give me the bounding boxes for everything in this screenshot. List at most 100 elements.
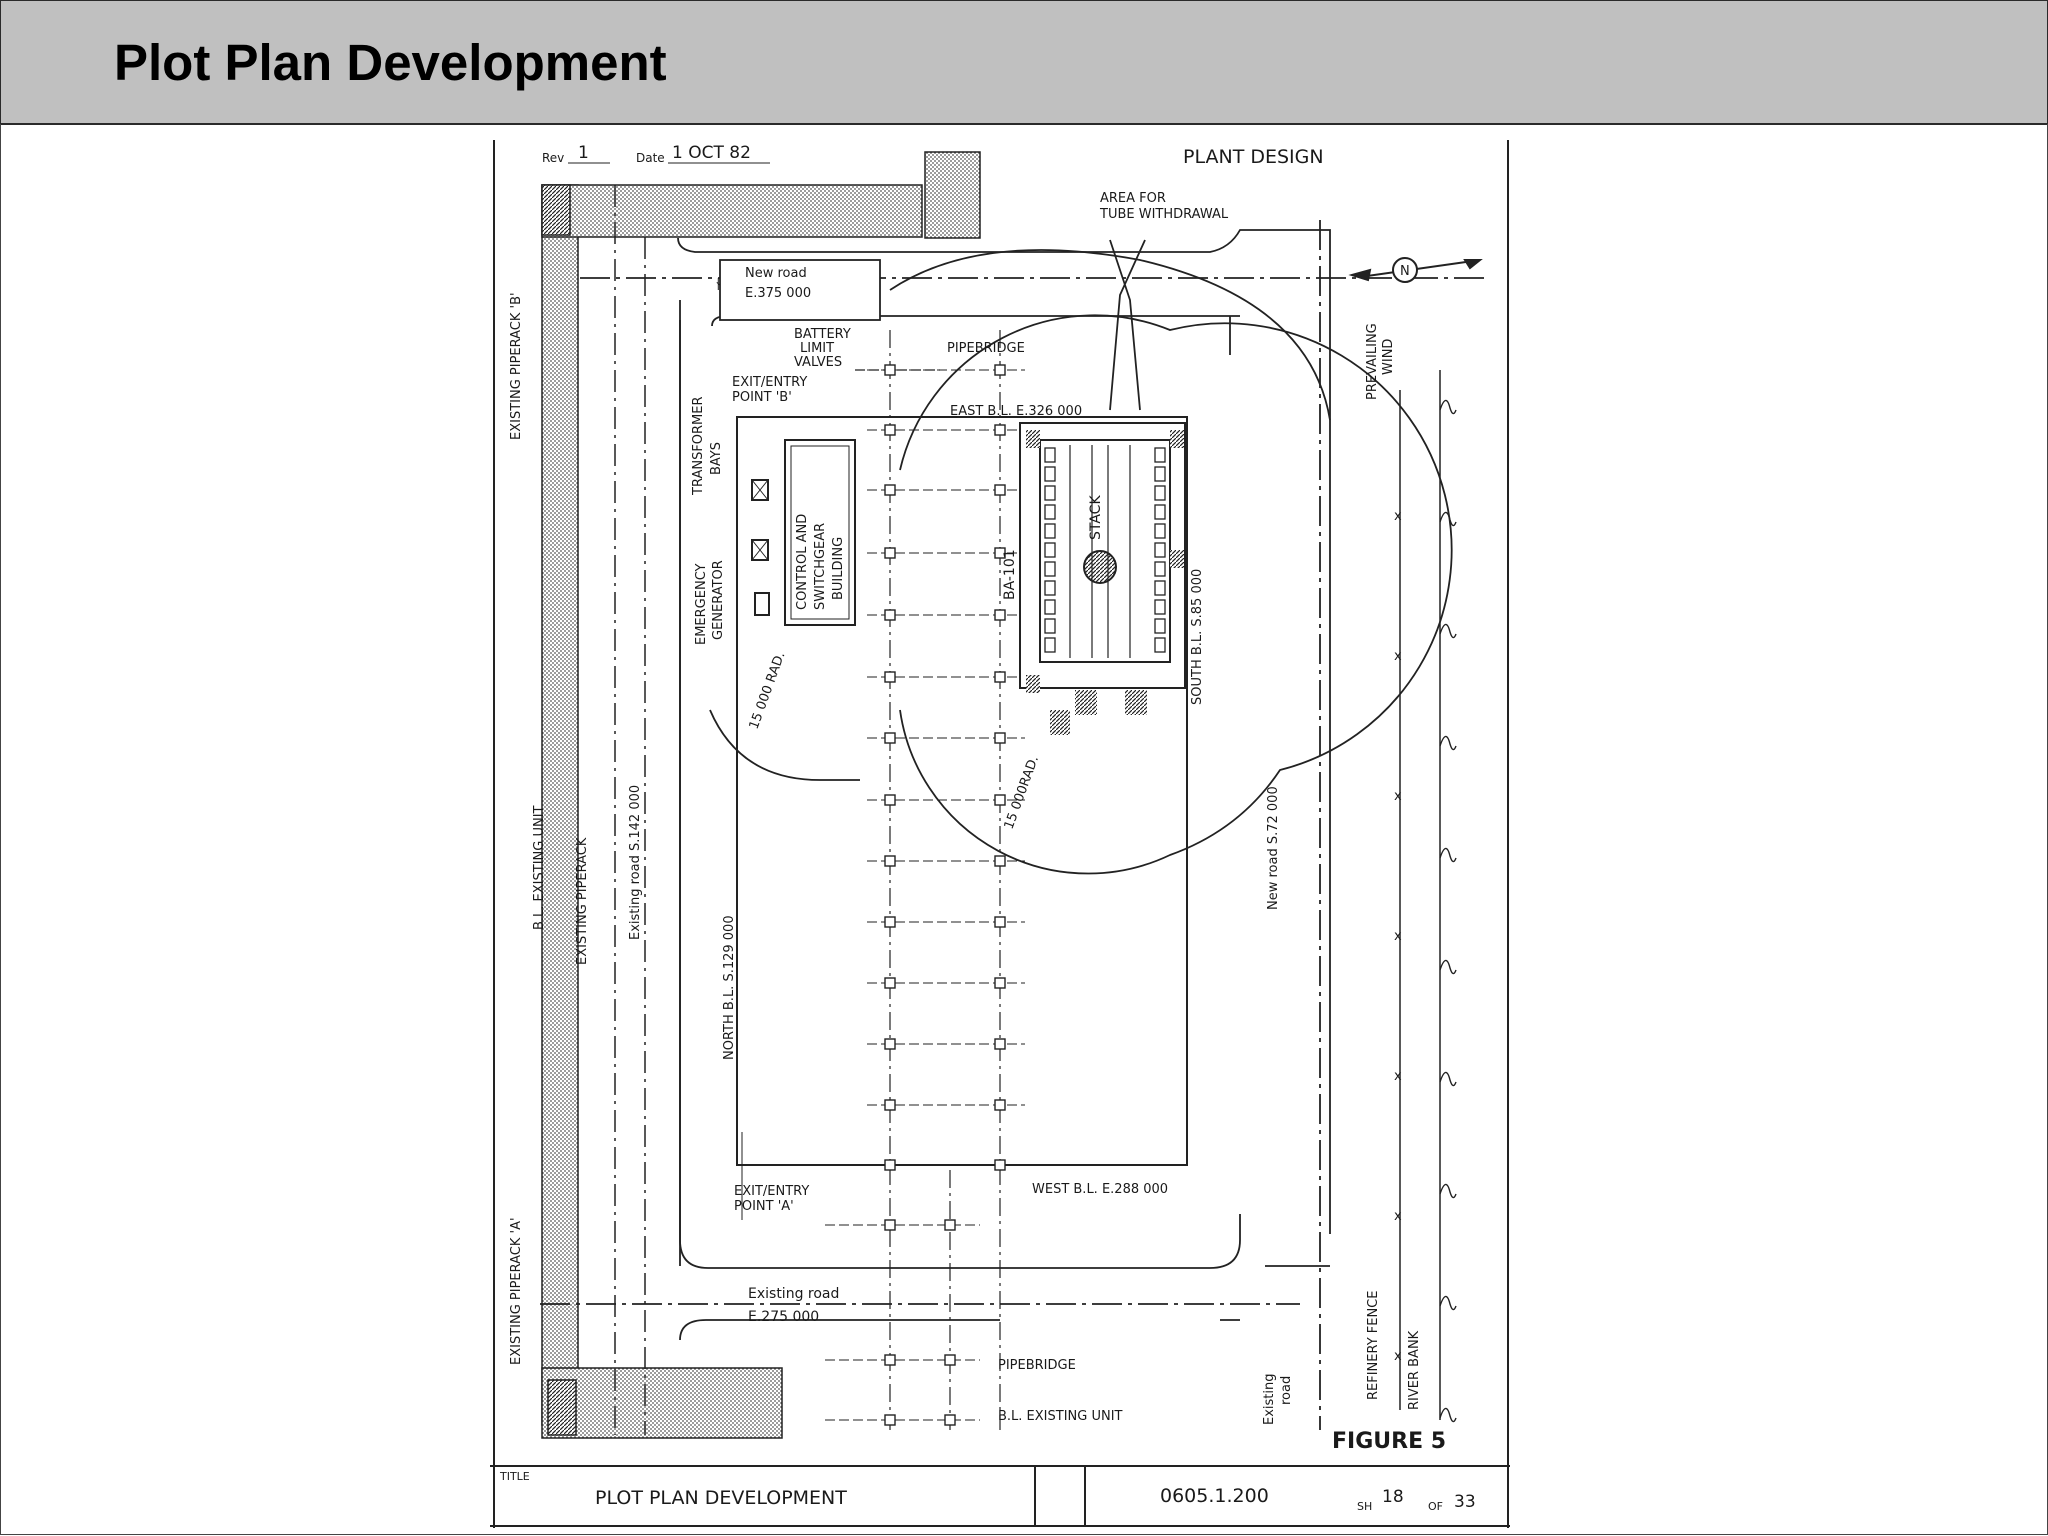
sheet-label: SH [1357,1500,1372,1513]
heater-tube [1154,485,1166,501]
heater-tube [1044,599,1056,615]
svg-text:road: road [1279,1376,1294,1405]
river-waves [1439,399,1457,1423]
bridge-node [884,1354,896,1366]
svg-text:CONTROL AND: CONTROL AND [795,514,810,610]
heater-tube [1154,466,1166,482]
river-wave [1439,959,1457,975]
rack-node [884,855,896,867]
rack-node [884,1159,896,1171]
heater-tube [1044,618,1056,634]
bl-existing-unit-v-label: B.L. EXISTING UNIT [532,805,547,930]
stack-label: STACK [1088,495,1104,540]
existing-road-v-label: Existing [1262,1374,1277,1426]
svg-text:EMERGENCY: EMERGENCY [694,563,709,645]
svg-text:GENERATOR: GENERATOR [711,560,726,640]
heater-tube [1154,618,1166,634]
bridge-node [944,1219,956,1231]
svg-text:POINT 'B': POINT 'B' [732,390,792,405]
svg-text:POINT 'A': POINT 'A' [734,1199,794,1214]
svg-text:BAYS: BAYS [709,442,724,475]
rack-node [994,364,1006,376]
rad-right-label: 15 000RAD. [1002,754,1042,832]
rack-node [994,732,1006,744]
fence-x: x [1394,789,1402,804]
bridge-node [884,1219,896,1231]
existing-piperack-a-label: EXISTING PIPERACK 'A' [509,1217,524,1365]
rack-node [884,671,896,683]
pipebridge-top-label: PIPEBRIDGE [947,341,1025,356]
of-label: OF [1428,1500,1443,1513]
heater-tube [1044,637,1056,653]
rack-node [884,484,896,496]
existing-road-e-label: E.275 000 [748,1309,819,1325]
date-value: 1 OCT 82 [672,143,751,163]
svg-text:VALVES: VALVES [794,355,842,370]
rack-node [884,977,896,989]
rack-node [994,424,1006,436]
title-block-title: PLOT PLAN DEVELOPMENT [595,1487,847,1509]
fence-marks: x x x x x x x [1394,509,1402,1364]
fence-x: x [1394,929,1402,944]
tube-area-label: AREA FOR [1100,191,1166,206]
river-wave [1439,847,1457,863]
heater-tube [1044,485,1056,501]
total-sheets: 33 [1454,1492,1476,1512]
river-wave [1439,1407,1457,1423]
rack-node [994,484,1006,496]
page-title: Plot Plan Development [114,34,667,91]
prevailing-wind-label: PREVAILING [1365,323,1380,400]
heater-tube [1044,504,1056,520]
heater-tube [1044,580,1056,596]
sheet-number: 18 [1382,1487,1404,1507]
rack-node [884,1038,896,1050]
exit-a-label: EXIT/ENTRY [734,1184,809,1199]
river-wave [1439,1183,1457,1199]
rev-value: 1 [578,143,589,163]
rack-node [884,916,896,928]
new-road-north-e: E.375 000 [745,286,811,301]
rack-node [884,547,896,559]
ba101-label: BA-101 [1002,549,1018,600]
rack-node [884,609,896,621]
heater-tube [1044,523,1056,539]
rack-node [994,977,1006,989]
figure-label: FIGURE 5 [1332,1429,1446,1454]
heater-tube [1154,447,1166,463]
existing-piperacks [541,151,981,1439]
bridge-node [944,1414,956,1426]
title-block: TITLE PLOT PLAN DEVELOPMENT 0605.1.200 S… [499,1470,1476,1513]
rack-node [884,794,896,806]
rack-node [884,364,896,376]
rev-label: Rev [542,151,564,165]
plant-design: PLANT DESIGN [1183,146,1324,168]
heater-tube [1044,542,1056,558]
exit-b-label: EXIT/ENTRY [732,375,807,390]
svg-text:BUILDING: BUILDING [831,537,846,600]
rack-node [994,671,1006,683]
rack-node [994,1038,1006,1050]
fence-x: x [1394,649,1402,664]
heater-tube [1154,637,1166,653]
refinery-fence-label: REFINERY FENCE [1366,1291,1381,1400]
rack-node [994,609,1006,621]
bridge-node [884,1414,896,1426]
pipe-rack-grid [855,330,1001,1430]
heater-tube [1044,447,1056,463]
heater-tube [1044,466,1056,482]
south-bl-label: SOUTH B.L. S.85 000 [1190,569,1205,705]
svg-text:⫮: ⫮ [716,274,721,295]
rack-node [994,916,1006,928]
heater-tube [1154,561,1166,577]
rad-left-label: 15 000 RAD. [747,650,789,731]
rack-node [884,732,896,744]
existing-road-label: Existing road [748,1286,839,1302]
north-marker: N [1400,264,1410,279]
fence-x: x [1394,1349,1402,1364]
existing-pipe-rack-label: EXISTING PIPERACK [575,837,590,965]
svg-text:WIND: WIND [1381,339,1396,375]
date-label: Date [636,151,665,165]
east-bl-label: EAST B.L. E.326 000 [950,404,1082,419]
heater-tube [1154,504,1166,520]
bridge-node [944,1354,956,1366]
